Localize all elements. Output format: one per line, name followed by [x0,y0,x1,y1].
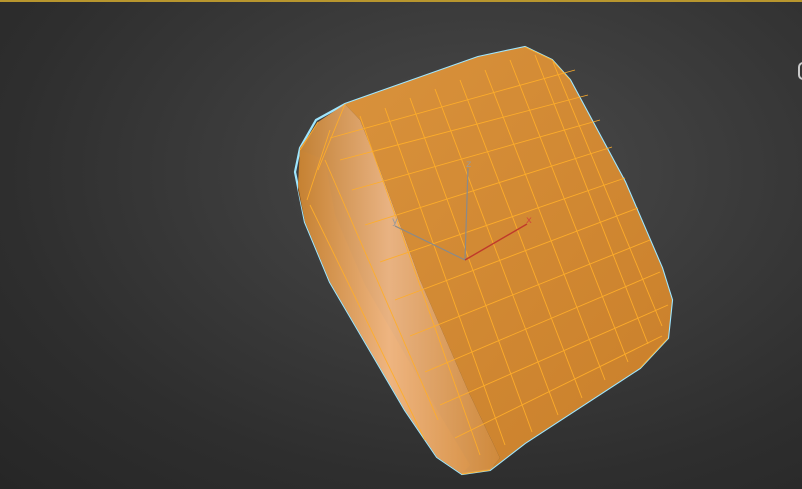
gizmo-x-label: x [526,215,532,226]
rounded-box-object[interactable] [293,45,674,476]
partial-circle-icon[interactable] [798,62,802,80]
viewport-scene[interactable]: z y x [0,0,802,489]
3d-viewport[interactable]: z y x [0,0,802,489]
gizmo-y-label: y [392,216,398,227]
gizmo-z-label: z [466,159,471,170]
